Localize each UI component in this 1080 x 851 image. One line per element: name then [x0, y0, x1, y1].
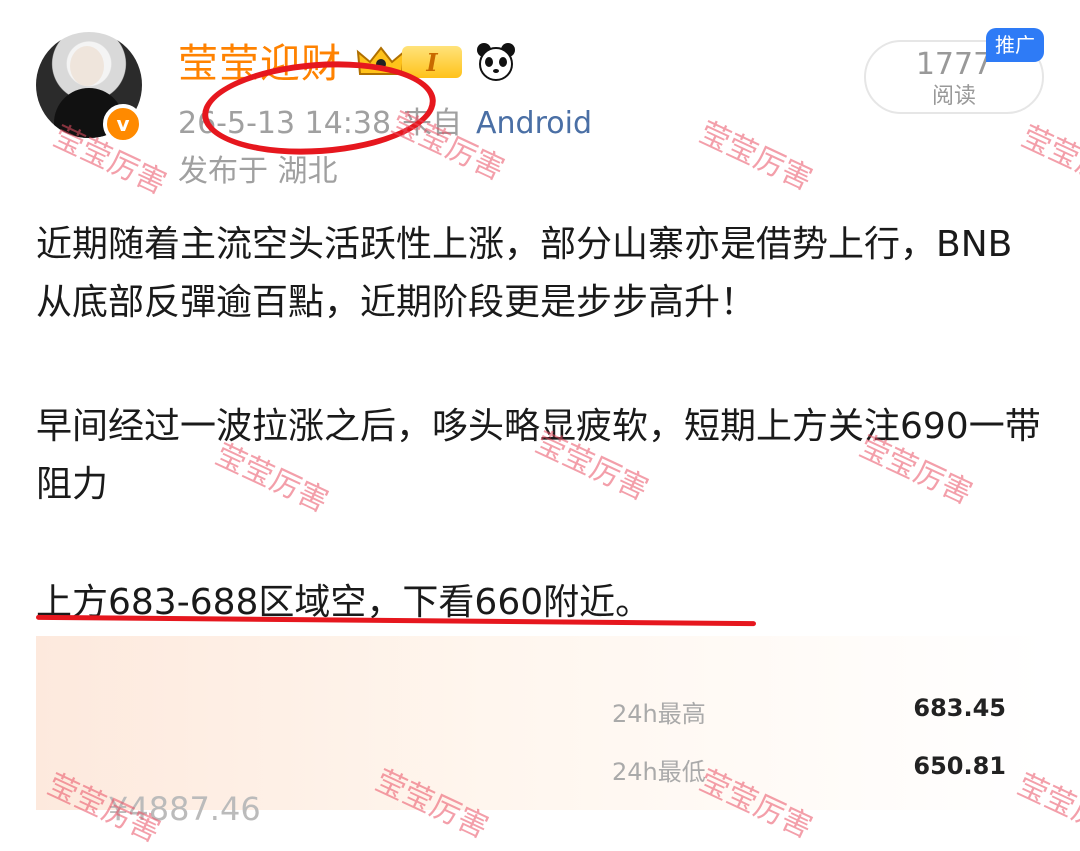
- watermark-text: 莹莹厉害: [693, 115, 818, 198]
- read-count-label: 阅读: [931, 84, 976, 109]
- panda-emoji-icon: [477, 43, 515, 81]
- low-24h-value: 650.81: [913, 752, 1006, 780]
- avatar-face: [70, 46, 104, 86]
- high-24h-label: 24h最高: [612, 700, 706, 728]
- high-24h-value: 683.45: [913, 694, 1006, 722]
- post-paragraph: 近期随着主流空头活跃性上涨，部分山寨亦是借势上行，BNB从底部反彈逾百點，近期阶…: [36, 224, 1013, 323]
- watermark-text: 莹莹厉害: [1015, 119, 1080, 202]
- post-device-link[interactable]: Android: [476, 104, 592, 144]
- post-location: 发布于 湖北: [178, 154, 338, 189]
- promote-badge[interactable]: 推广: [986, 28, 1044, 62]
- price-card[interactable]: [36, 636, 1046, 810]
- low-24h-label: 24h最低: [612, 758, 706, 786]
